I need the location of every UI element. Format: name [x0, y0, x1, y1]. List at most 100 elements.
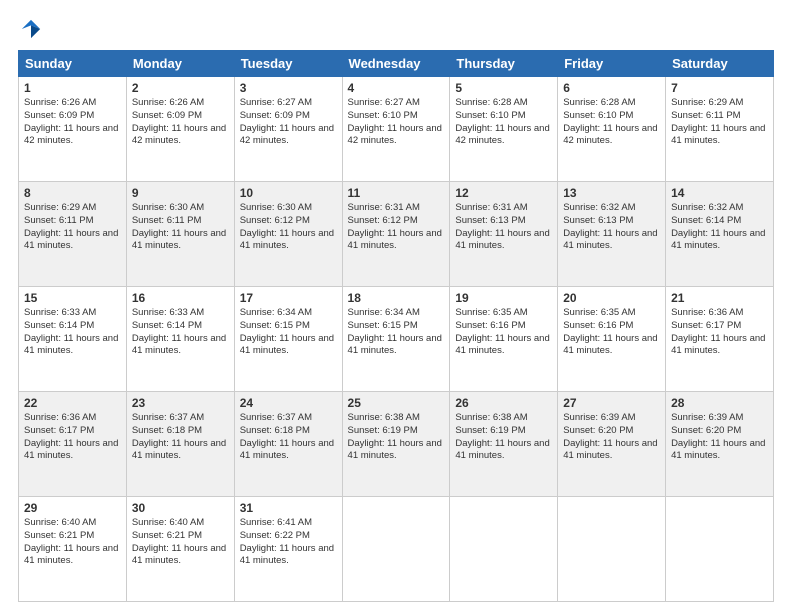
cell-content: Sunrise: 6:41 AMSunset: 6:22 PMDaylight:… — [240, 517, 337, 568]
sunrise-label: Sunrise: 6:39 AM — [563, 412, 635, 423]
daylight-label: Daylight: 11 hours and 41 minutes. — [455, 333, 549, 357]
day-number: 30 — [132, 501, 229, 515]
calendar-cell: 6Sunrise: 6:28 AMSunset: 6:10 PMDaylight… — [558, 77, 666, 182]
calendar-header-thursday: Thursday — [450, 51, 558, 77]
cell-content: Sunrise: 6:32 AM Sunset: 6:14 PM Daylight:… — [671, 202, 768, 253]
sunset-label: Sunset: 6:14 PM — [132, 320, 202, 331]
daylight-label: Daylight: 11 hours and 42 minutes. — [455, 123, 549, 147]
sunrise-label: Sunrise: 6:28 AM — [563, 97, 635, 108]
calendar-cell — [450, 497, 558, 602]
sunset-label: Sunset: 6:19 PM — [455, 425, 525, 436]
sunset-label: Sunset: 6:11 PM — [671, 110, 741, 121]
sunrise-label: Sunrise: 6:37 AM — [132, 412, 204, 423]
sunrise-label: Sunrise: 6:27 AM — [348, 97, 420, 108]
calendar-cell: 25Sunrise: 6:38 AMSunset: 6:19 PMDayligh… — [342, 392, 450, 497]
daylight-label: Daylight: 11 hours and 42 minutes. — [132, 123, 226, 147]
calendar-header-sunday: Sunday — [19, 51, 127, 77]
sunset-label: Sunset: 6:12 PM — [240, 215, 310, 226]
sunrise-label: Sunrise: 6:36 AM — [24, 412, 96, 423]
sunrise-label: Sunrise: 6:37 AM — [240, 412, 312, 423]
sunrise-label: Sunrise: 6:40 AM — [24, 517, 96, 528]
daylight-label: Daylight: 11 hours and 41 minutes. — [455, 228, 549, 252]
daylight-label: Daylight: 11 hours and 41 minutes. — [24, 543, 118, 567]
day-number: 21 — [671, 291, 768, 305]
day-number: 23 — [132, 396, 229, 410]
sunset-label: Sunset: 6:14 PM — [24, 320, 94, 331]
day-number: 27 — [563, 396, 660, 410]
logo — [18, 18, 42, 40]
sunset-label: Sunset: 6:14 PM — [671, 215, 741, 226]
sunrise-label: Sunrise: 6:26 AM — [132, 97, 204, 108]
logo-icon — [20, 18, 42, 40]
daylight-label: Daylight: 11 hours and 41 minutes. — [132, 543, 226, 567]
sunrise-label: Sunrise: 6:26 AM — [24, 97, 96, 108]
day-number: 2 — [132, 81, 229, 95]
cell-content: Sunrise: 6:30 AMSunset: 6:11 PMDaylight:… — [132, 202, 229, 253]
day-number: 25 — [348, 396, 445, 410]
calendar-cell: 16Sunrise: 6:33 AMSunset: 6:14 PMDayligh… — [126, 287, 234, 392]
calendar-cell: 12Sunrise: 6:31 AMSunset: 6:13 PMDayligh… — [450, 182, 558, 287]
sunset-label: Sunset: 6:15 PM — [348, 320, 418, 331]
calendar-table: SundayMondayTuesdayWednesdayThursdayFrid… — [18, 50, 774, 602]
daylight-label: Daylight: 11 hours and 41 minutes. — [563, 333, 657, 357]
day-number: 17 — [240, 291, 337, 305]
sunset-label: Sunset: 6:09 PM — [132, 110, 202, 121]
cell-content: Sunrise: 6:33 AMSunset: 6:14 PMDaylight:… — [24, 307, 121, 358]
calendar-cell: 9Sunrise: 6:30 AMSunset: 6:11 PMDaylight… — [126, 182, 234, 287]
cell-content: Sunrise: 6:35 AMSunset: 6:16 PMDaylight:… — [455, 307, 552, 358]
day-number: 6 — [563, 81, 660, 95]
calendar-week-row: 29Sunrise: 6:40 AMSunset: 6:21 PMDayligh… — [19, 497, 774, 602]
day-number: 26 — [455, 396, 552, 410]
calendar-cell: 29Sunrise: 6:40 AMSunset: 6:21 PMDayligh… — [19, 497, 127, 602]
sunset-label: Sunset: 6:11 PM — [24, 215, 94, 226]
sunrise-label: Sunrise: 6:36 AM — [671, 307, 743, 318]
sunset-label: Sunset: 6:20 PM — [563, 425, 633, 436]
day-number: 5 — [455, 81, 552, 95]
sunset-label: Sunset: 6:22 PM — [240, 530, 310, 541]
cell-content: Sunrise: 6:40 AMSunset: 6:21 PMDaylight:… — [24, 517, 121, 568]
cell-content: Sunrise: 6:29 AMSunset: 6:11 PMDaylight:… — [24, 202, 121, 253]
daylight-label: Daylight: 11 hours and 41 minutes. — [348, 438, 442, 462]
sunrise-label: Sunrise: 6:32 AM — [671, 202, 743, 213]
sunrise-label: Sunrise: 6:39 AM — [671, 412, 743, 423]
calendar-header-tuesday: Tuesday — [234, 51, 342, 77]
calendar-cell: 2 Sunrise: 6:26 AM Sunset: 6:09 PM Daylight… — [126, 77, 234, 182]
daylight-label: Daylight: 11 hours and 41 minutes. — [24, 438, 118, 462]
day-number: 8 — [24, 186, 121, 200]
sunrise-label: Sunrise: 6:28 AM — [455, 97, 527, 108]
day-number: 19 — [455, 291, 552, 305]
day-number: 1 — [24, 81, 121, 95]
sunrise-label: Sunrise: 6:31 AM — [455, 202, 527, 213]
calendar-cell: 4Sunrise: 6:27 AMSunset: 6:10 PMDaylight… — [342, 77, 450, 182]
sunrise-label: Sunrise: 6:38 AM — [348, 412, 420, 423]
day-number: 10 — [240, 186, 337, 200]
cell-content: Sunrise: 6:39 AMSunset: 6:20 PMDaylight:… — [671, 412, 768, 463]
sunset-label: Sunset: 6:17 PM — [671, 320, 741, 331]
day-number: 22 — [24, 396, 121, 410]
sunrise-label: Sunrise: 6:40 AM — [132, 517, 204, 528]
calendar-week-row: 8 Sunrise: 6:29 AM Sunset: 6:11 PM Daylight… — [19, 182, 774, 287]
calendar-cell: 19 Sunrise: 6:35 AMSunset: 6:16 PMDayligh… — [450, 287, 558, 392]
daylight-label: Daylight: 11 hours and 41 minutes. — [671, 333, 765, 357]
cell-content: Sunrise: 6:31 AMSunset: 6:12 PMDaylight:… — [348, 202, 445, 253]
calendar-cell: 1Sunrise: 6:26 AMSunset: 6:09 PMDaylight… — [19, 77, 127, 182]
sunrise-label: Sunrise: 6:29 AM — [24, 202, 96, 213]
cell-content: Sunrise: 6:38 AMSunset: 6:19 PMDaylight:… — [455, 412, 552, 463]
sunrise-label: Sunrise: 6:34 AM — [240, 307, 312, 318]
calendar-cell: 8Sunrise: 6:29 AMSunset: 6:11 PMDaylight… — [19, 182, 127, 287]
calendar-cell: 24Sunrise: 6:37 AMSunset: 6:18 PMDayligh… — [234, 392, 342, 497]
calendar-cell: 13Sunrise: 6:32 AMSunset: 6:13 PMDayligh… — [558, 182, 666, 287]
sunset-label: Sunset: 6:12 PM — [348, 215, 418, 226]
sunset-label: Sunset: 6:13 PM — [563, 215, 633, 226]
calendar-week-row: 1 Sunrise: 6:26 AM Sunset: 6:09 PM Daylight… — [19, 77, 774, 182]
day-number: 28 — [671, 396, 768, 410]
sunset-label: Sunset: 6:16 PM — [455, 320, 525, 331]
daylight-label: Daylight: 11 hours and 42 minutes. — [348, 123, 442, 147]
calendar-cell: 3Sunrise: 6:27 AMSunset: 6:09 PMDaylight… — [234, 77, 342, 182]
sunset-label: Sunset: 6:09 PM — [24, 110, 94, 121]
calendar-cell: 20Sunrise: 6:35 AMSunset: 6:16 PMDayligh… — [558, 287, 666, 392]
cell-content: Sunrise: 6:27 AMSunset: 6:09 PMDaylight:… — [240, 97, 337, 148]
daylight-label: Daylight: 11 hours and 41 minutes. — [240, 333, 334, 357]
daylight-label: Daylight: 11 hours and 41 minutes. — [671, 228, 765, 252]
page: SundayMondayTuesdayWednesdayThursdayFrid… — [0, 0, 792, 612]
